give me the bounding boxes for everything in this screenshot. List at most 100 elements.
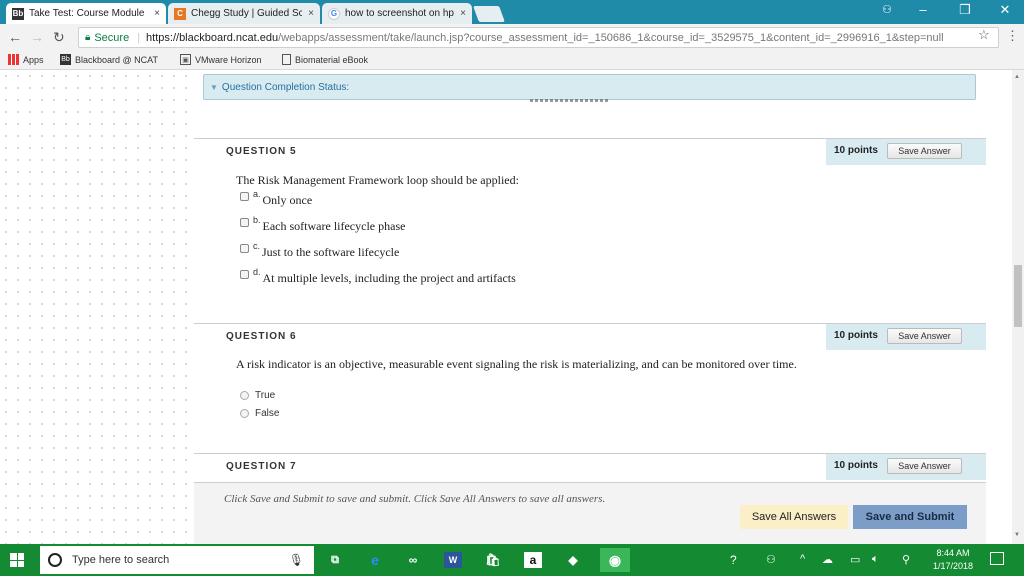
word-icon[interactable]: W [444, 552, 462, 568]
task-view-icon[interactable]: ⧉ [326, 552, 344, 568]
radio-button[interactable] [240, 409, 249, 418]
question-text: The Risk Management Framework loop shoul… [236, 173, 519, 187]
answer-option[interactable]: b. Each software lifecycle phase [240, 215, 405, 234]
forward-icon[interactable]: → [30, 29, 44, 45]
chevron-down-icon[interactable]: ▼ [210, 83, 218, 92]
option-text: False [255, 408, 280, 419]
completion-status-panel[interactable]: ▼ Question Completion Status: [203, 74, 976, 100]
windows-start-icon[interactable] [10, 553, 24, 567]
screen: Bb Take Test: Course Module × C Chegg St… [0, 0, 1024, 576]
option-text: Only once [262, 193, 313, 207]
option-letter: b. [253, 215, 261, 225]
option-text: At multiple levels, including the projec… [262, 271, 516, 285]
url-host: https://blackboard.ncat.edu [146, 31, 279, 44]
bookmark-star-icon[interactable]: ☆ [978, 27, 990, 43]
close-icon[interactable]: × [308, 8, 314, 19]
question-text: A risk indicator is an objective, measur… [236, 357, 797, 371]
answer-option[interactable]: d. At multiple levels, including the pro… [240, 267, 516, 286]
points-value: 10 points [834, 330, 878, 341]
scrollbar-thumb[interactable] [1014, 265, 1022, 327]
bookmark-label: VMware Horizon [195, 54, 262, 65]
more-menu-icon[interactable]: ⋮ [1006, 28, 1019, 44]
tab-take-test[interactable]: Bb Take Test: Course Module × [6, 3, 166, 24]
bookmark-vmware[interactable]: ▣ VMware Horizon [180, 54, 262, 65]
answer-option[interactable]: c. Just to the software lifecycle [240, 241, 399, 260]
answer-option[interactable]: True [240, 388, 275, 401]
store-icon[interactable]: 🛍︎ [484, 552, 502, 568]
volume-icon[interactable]: 🔈︎ [872, 553, 879, 566]
notification-icon[interactable] [990, 552, 1004, 565]
page-icon [282, 54, 291, 65]
toolbar: ← → ↻ 🔒︎ Secure | https://blackboard.nca… [0, 24, 1024, 51]
option-letter: d. [253, 267, 261, 277]
people-icon[interactable]: ⚇ [766, 553, 776, 566]
bookmark-label: Biomaterial eBook [295, 54, 369, 65]
scroll-down-icon[interactable]: ▼ [1014, 532, 1020, 538]
help-icon[interactable]: ? [730, 553, 737, 567]
save-answer-button[interactable]: Save Answer [887, 328, 962, 344]
answer-option[interactable]: False [240, 406, 279, 419]
answer-option[interactable]: a. Only once [240, 189, 313, 208]
option-text: True [255, 390, 276, 401]
back-icon[interactable]: ← [8, 29, 22, 45]
clock[interactable]: 8:44 AM 1/17/2018 [928, 547, 978, 573]
battery-icon[interactable]: ▭ [850, 553, 860, 566]
bookmark-apps[interactable]: Apps [8, 54, 44, 65]
checkbox[interactable] [240, 218, 249, 227]
separator: | [137, 31, 141, 44]
chrome-icon[interactable]: ◉ [600, 548, 630, 572]
cortana-icon [48, 553, 62, 567]
minimize-icon[interactable]: – [908, 2, 938, 17]
url-path: /webapps/assessment/take/launch.jsp?cour… [278, 31, 944, 44]
google-icon: G [328, 7, 340, 20]
bookmark-biomaterial[interactable]: Biomaterial eBook [282, 54, 368, 65]
microphone-icon[interactable]: 🎙︎ [289, 553, 304, 567]
restore-icon[interactable]: ❐ [950, 2, 980, 18]
points-value: 10 points [834, 145, 878, 156]
address-bar[interactable]: 🔒︎ Secure | https://blackboard.ncat.edu … [78, 27, 999, 48]
bookmark-blackboard[interactable]: Bb Blackboard @ NCAT [60, 54, 158, 65]
network-icon[interactable]: ⚲ [902, 553, 910, 566]
scroll-up-icon[interactable]: ▲ [1014, 74, 1020, 80]
window-close-icon[interactable]: ✕ [990, 2, 1020, 18]
points-panel: 10 points Save Answer [826, 324, 986, 350]
question-label: QUESTION 5 [226, 146, 297, 157]
bookmarks-bar: Apps Bb Blackboard @ NCAT ▣ VMware Horiz… [0, 51, 1024, 70]
infinity-app-icon[interactable]: ∞ [404, 552, 422, 568]
tab-google[interactable]: G how to screenshot on hp × [322, 3, 472, 24]
chevron-up-icon[interactable]: ^ [800, 553, 805, 565]
page-scrollbar[interactable]: ▲ ▼ [1012, 70, 1024, 544]
reload-icon[interactable]: ↻ [53, 29, 65, 46]
page-content: ▼ Question Completion Status: QUESTION 5… [0, 70, 1012, 544]
search-placeholder: Type here to search [72, 554, 170, 566]
close-icon[interactable]: × [154, 8, 160, 19]
tab-title: Chegg Study | Guided Sc [191, 8, 303, 19]
clock-date: 1/17/2018 [932, 561, 974, 571]
option-letter: c. [253, 241, 261, 251]
checkbox[interactable] [240, 244, 249, 253]
profile-icon[interactable]: ⚇ [872, 3, 902, 16]
dropbox-icon[interactable]: ◆ [564, 552, 582, 568]
save-and-submit-button[interactable]: Save and Submit [853, 505, 967, 529]
points-value: 10 points [834, 460, 878, 471]
close-icon[interactable]: × [460, 8, 466, 19]
save-answer-button[interactable]: Save Answer [887, 458, 962, 474]
taskbar-search[interactable]: Type here to search 🎙︎ [40, 546, 314, 574]
amazon-icon[interactable]: a [524, 552, 542, 568]
question-header: QUESTION 7 10 points Save Answer [194, 453, 986, 480]
edge-icon[interactable]: e [366, 552, 384, 568]
onedrive-icon[interactable]: ☁ [822, 553, 833, 566]
save-all-answers-button[interactable]: Save All Answers [740, 505, 848, 529]
radio-button[interactable] [240, 391, 249, 400]
checkbox[interactable] [240, 270, 249, 279]
checkbox[interactable] [240, 192, 249, 201]
taskbar: Type here to search 🎙︎ ⧉ e ∞ W 🛍︎ a ◆ ◉ … [0, 544, 1024, 576]
left-pattern [0, 70, 195, 544]
save-answer-button[interactable]: Save Answer [887, 143, 962, 159]
tab-chegg[interactable]: C Chegg Study | Guided Sc × [168, 3, 320, 24]
lock-icon: 🔒︎ [85, 32, 91, 43]
submit-panel: Click Save and Submit to save and submit… [194, 482, 986, 544]
bookmark-label: Apps [23, 54, 44, 65]
tab-title: how to screenshot on hp [345, 8, 454, 19]
new-tab-button[interactable] [473, 6, 505, 22]
